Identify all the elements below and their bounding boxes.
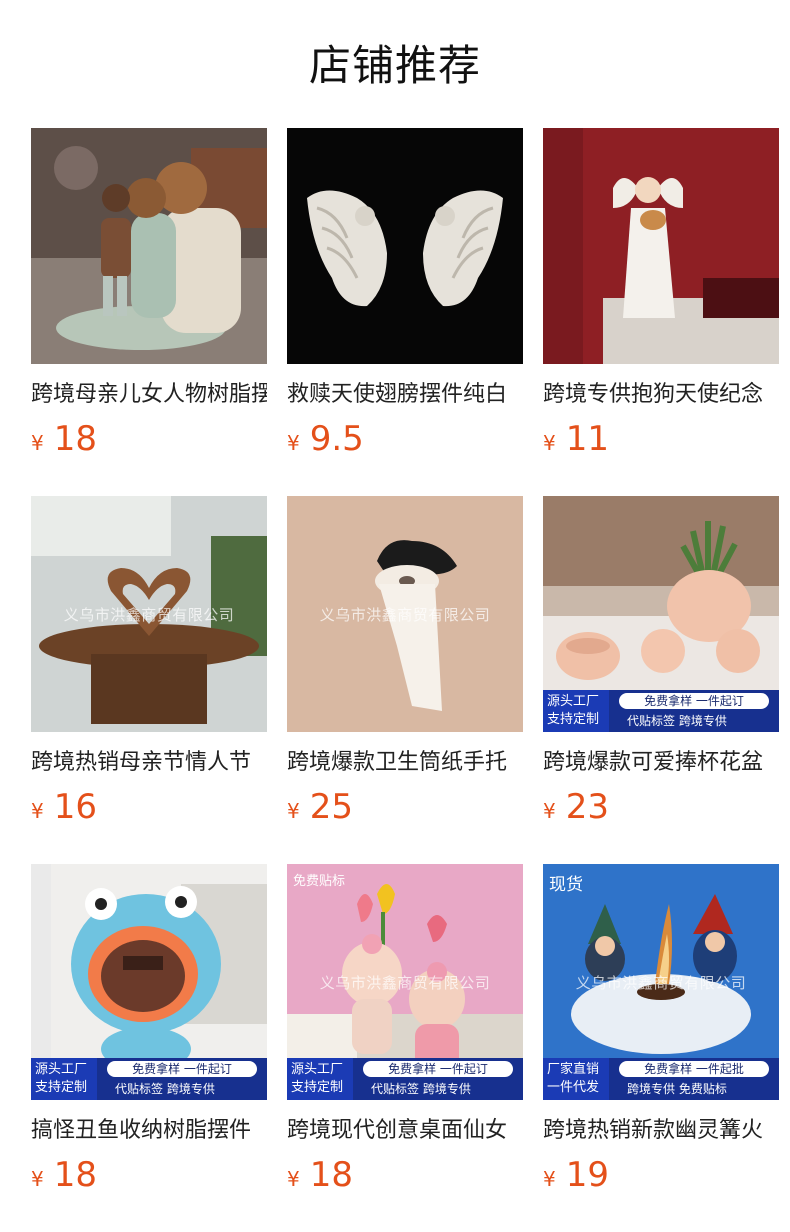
badge-pill: 免费拿样 一件起批 — [619, 1061, 769, 1077]
product-card[interactable]: 救赎天使翅膀摆件纯白 ¥ 9.5 — [287, 128, 523, 496]
price-value: 18 — [53, 419, 97, 459]
badge-pill: 免费拿样 一件起订 — [363, 1061, 513, 1077]
currency-symbol: ¥ — [543, 431, 556, 455]
product-image[interactable]: 义乌市洪鑫商贸有限公司 — [31, 496, 267, 732]
image-watermark: 义乌市洪鑫商贸有限公司 — [575, 974, 747, 992]
price-value: 19 — [565, 1155, 609, 1195]
page-title: 店铺推荐 — [308, 41, 481, 90]
product-grid: 跨境母亲儿女人物树脂摆件 ¥ 18 救赎天使翅膀摆件纯白 ¥ 9.5 — [31, 128, 779, 1232]
product-price: ¥ 11 — [543, 418, 779, 460]
badge-left-top: 源头工厂 — [291, 1062, 344, 1077]
product-title[interactable]: 跨境爆款可爱捧杯花盆 — [543, 748, 779, 778]
product-card[interactable]: 免费贴标 义乌市洪鑫商贸有限公司 源头工厂 支持定制 免费拿样 一件起订 代贴标… — [287, 864, 523, 1232]
mother-children-figurine-image — [31, 128, 267, 364]
product-card[interactable]: 义乌市洪鑫商贸有限公司 跨境爆款卫生筒纸手托 ¥ 25 — [287, 496, 523, 864]
product-title[interactable]: 搞怪丑鱼收纳树脂摆件 — [31, 1116, 267, 1146]
currency-symbol: ¥ — [31, 799, 44, 823]
product-price: ¥ 25 — [287, 786, 523, 828]
promo-badge: 源头工厂 支持定制 免费拿样 一件起订 代贴标签 跨境专供 — [31, 1058, 267, 1100]
badge-left-bottom: 支持定制 — [35, 1080, 88, 1095]
badge-sub: 代贴标签 跨境专供 — [627, 714, 727, 728]
badge-sub: 跨境专供 免费贴标 — [627, 1082, 727, 1096]
product-price: ¥ 18 — [31, 418, 267, 460]
badge-left-top: 厂家直销 — [547, 1062, 600, 1077]
price-value: 18 — [309, 1155, 353, 1195]
product-image[interactable] — [543, 128, 779, 364]
currency-symbol: ¥ — [287, 431, 300, 455]
product-price: ¥ 23 — [543, 786, 779, 828]
product-card[interactable]: 跨境专供抱狗天使纪念 ¥ 11 — [543, 128, 779, 496]
badge-left-top: 源头工厂 — [547, 694, 600, 709]
currency-symbol: ¥ — [31, 1167, 44, 1191]
product-title[interactable]: 跨境现代创意桌面仙女 — [287, 1116, 523, 1146]
corner-label: 现货 — [549, 875, 583, 895]
product-price: ¥ 19 — [543, 1154, 779, 1196]
currency-symbol: ¥ — [287, 1167, 300, 1191]
price-value: 16 — [53, 787, 97, 827]
badge-left-bottom: 一件代发 — [547, 1080, 600, 1095]
product-title[interactable]: 救赎天使翅膀摆件纯白 — [287, 380, 523, 410]
image-watermark: 义乌市洪鑫商贸有限公司 — [319, 974, 491, 992]
price-value: 11 — [565, 419, 609, 459]
promo-badge: 源头工厂 支持定制 免费拿样 一件起订 代贴标签 跨境专供 — [543, 690, 779, 732]
price-value: 23 — [565, 787, 609, 827]
currency-symbol: ¥ — [543, 1167, 556, 1191]
product-price: ¥ 9.5 — [287, 418, 523, 460]
price-value: 25 — [309, 787, 353, 827]
product-image[interactable] — [31, 128, 267, 364]
product-title[interactable]: 跨境专供抱狗天使纪念 — [543, 380, 779, 410]
badge-sub: 代贴标签 跨境专供 — [371, 1082, 471, 1096]
currency-symbol: ¥ — [543, 799, 556, 823]
product-card[interactable]: 源头工厂 支持定制 免费拿样 一件起订 代贴标签 跨境专供 搞怪丑鱼收纳树脂摆件… — [31, 864, 267, 1232]
currency-symbol: ¥ — [31, 431, 44, 455]
product-price: ¥ 18 — [31, 1154, 267, 1196]
price-value: 18 — [53, 1155, 97, 1195]
product-card[interactable]: 源头工厂 支持定制 免费拿样 一件起订 代贴标签 跨境专供 跨境爆款可爱捧杯花盆… — [543, 496, 779, 864]
product-image[interactable]: 源头工厂 支持定制 免费拿样 一件起订 代贴标签 跨境专供 — [543, 496, 779, 732]
product-price: ¥ 16 — [31, 786, 267, 828]
product-card[interactable]: 现货 义乌市洪鑫商贸有限公司 厂家直销 一件代发 免费拿样 一件起批 跨境专供 … — [543, 864, 779, 1232]
promo-badge: 厂家直销 一件代发 免费拿样 一件起批 跨境专供 免费贴标 — [543, 1058, 779, 1100]
badge-pill: 免费拿样 一件起订 — [619, 693, 769, 709]
product-image[interactable]: 免费贴标 义乌市洪鑫商贸有限公司 源头工厂 支持定制 免费拿样 一件起订 代贴标… — [287, 864, 523, 1100]
currency-symbol: ¥ — [287, 799, 300, 823]
product-price: ¥ 18 — [287, 1154, 523, 1196]
product-image[interactable]: 源头工厂 支持定制 免费拿样 一件起订 代贴标签 跨境专供 — [31, 864, 267, 1100]
badge-pill: 免费拿样 一件起订 — [107, 1061, 257, 1077]
corner-label: 免费贴标 — [293, 874, 346, 889]
product-image[interactable] — [287, 128, 523, 364]
price-value: 9.5 — [309, 419, 364, 459]
product-title[interactable]: 跨境母亲儿女人物树脂摆件 — [31, 380, 267, 410]
angel-wings-image — [287, 128, 523, 364]
badge-left-bottom: 支持定制 — [291, 1080, 344, 1095]
angel-with-dog-image — [543, 128, 779, 364]
badge-left-bottom: 支持定制 — [547, 712, 600, 727]
product-title[interactable]: 跨境爆款卫生筒纸手托 — [287, 748, 523, 778]
product-card[interactable]: 义乌市洪鑫商贸有限公司 跨境热销母亲节情人节 ¥ 16 — [31, 496, 267, 864]
product-title[interactable]: 跨境热销新款幽灵篝火 — [543, 1116, 779, 1146]
promo-badge: 源头工厂 支持定制 免费拿样 一件起订 代贴标签 跨境专供 — [287, 1058, 523, 1100]
product-image[interactable]: 现货 义乌市洪鑫商贸有限公司 厂家直销 一件代发 免费拿样 一件起批 跨境专供 … — [543, 864, 779, 1100]
badge-left-top: 源头工厂 — [35, 1062, 88, 1077]
image-watermark: 义乌市洪鑫商贸有限公司 — [63, 606, 235, 624]
product-card[interactable]: 跨境母亲儿女人物树脂摆件 ¥ 18 — [31, 128, 267, 496]
image-watermark: 义乌市洪鑫商贸有限公司 — [319, 606, 491, 624]
product-image[interactable]: 义乌市洪鑫商贸有限公司 — [287, 496, 523, 732]
product-title[interactable]: 跨境热销母亲节情人节 — [31, 748, 267, 778]
badge-sub: 代贴标签 跨境专供 — [115, 1082, 215, 1096]
